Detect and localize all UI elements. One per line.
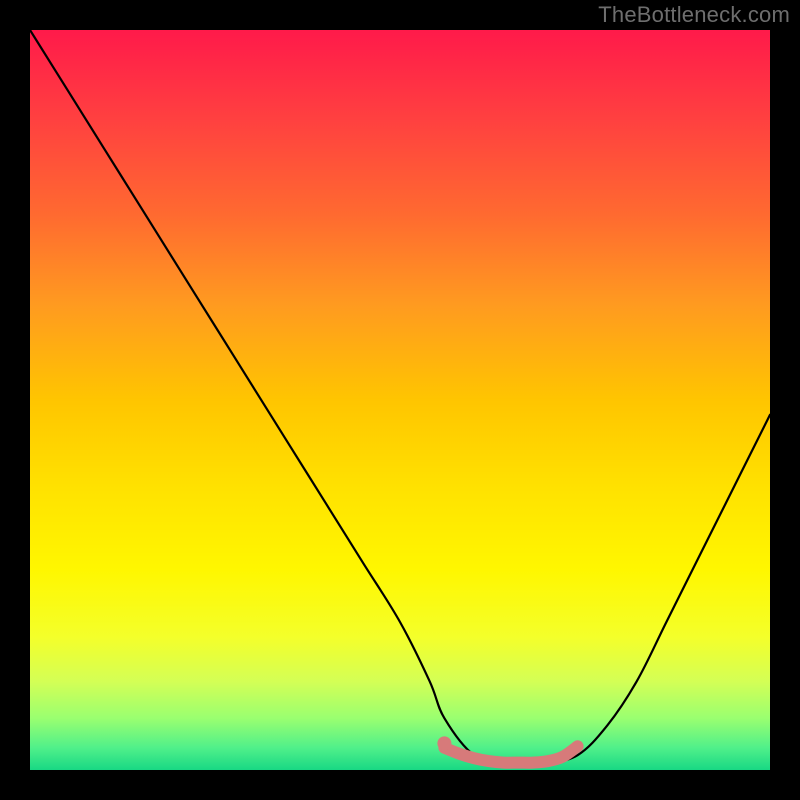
bottleneck-curve xyxy=(30,30,770,763)
chart-svg xyxy=(30,30,770,770)
watermark-text: TheBottleneck.com xyxy=(598,2,790,28)
chart-frame: TheBottleneck.com xyxy=(0,0,800,800)
optimal-start-marker xyxy=(437,736,451,750)
optimal-range-highlight xyxy=(444,746,577,762)
plot-area xyxy=(30,30,770,770)
